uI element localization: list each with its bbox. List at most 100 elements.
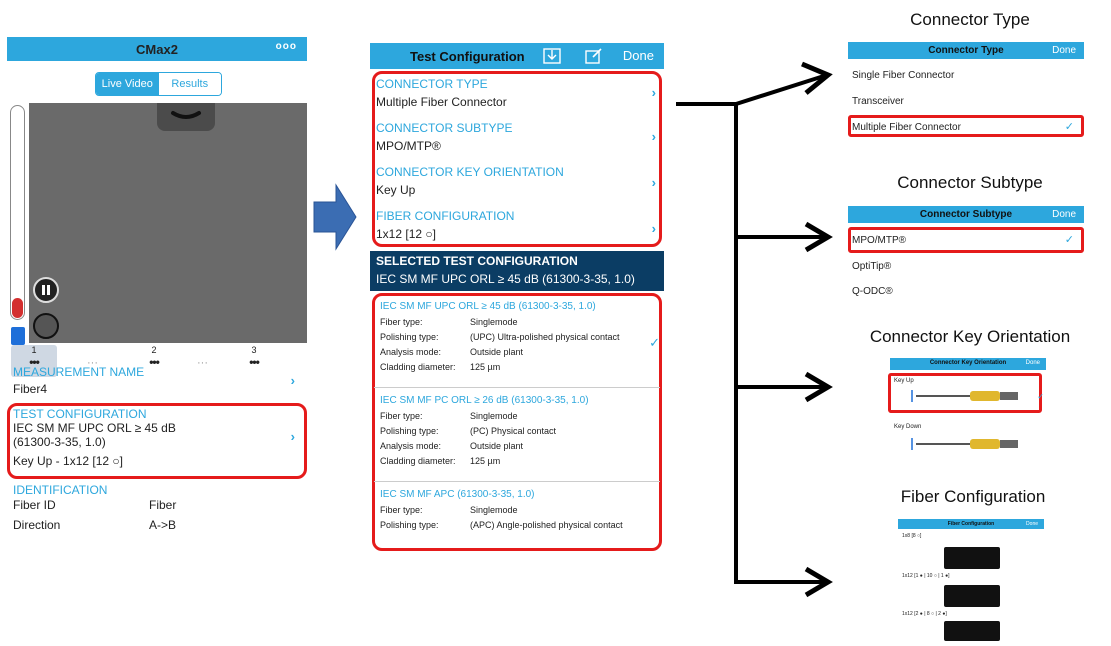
pause-button[interactable]: [33, 277, 59, 303]
checkmark-icon: ✓: [1037, 392, 1044, 401]
panel-header: Connector Subtype Done: [848, 206, 1084, 223]
app-header: CMax2 ooo: [7, 37, 307, 61]
option-key-down[interactable]: Key Down: [894, 424, 921, 430]
live-video-tab[interactable]: Live Video: [96, 73, 159, 95]
collapse-handle[interactable]: [157, 103, 215, 131]
divider: [374, 387, 660, 388]
step-number: 3: [251, 345, 257, 355]
option-q-odc[interactable]: Q-ODC®: [852, 286, 893, 297]
config-field-value: (UPC) Ultra-polished physical contact: [470, 332, 620, 342]
identification-label: IDENTIFICATION: [13, 483, 108, 497]
config-title: IEC SM MF UPC ORL ≥ 45 dB (61300-3-35, 1…: [380, 301, 596, 312]
checkmark-icon: ✓: [1064, 121, 1074, 133]
option-1x8[interactable]: 1x8 [8 ○]: [902, 533, 921, 539]
connector-face-icon: [944, 585, 1000, 607]
done-button[interactable]: Done: [1052, 209, 1076, 220]
panel-title: Fiber Configuration: [947, 521, 995, 527]
connector-subtype-row[interactable]: CONNECTOR SUBTYPE MPO/MTP® ›: [376, 121, 658, 153]
results-tab[interactable]: Results: [158, 73, 221, 95]
test-configuration-value-line1: IEC SM MF UPC ORL ≥ 45 dB: [13, 421, 176, 435]
connector-subtype-label: CONNECTOR SUBTYPE: [376, 121, 513, 135]
direction-label: Direction: [13, 518, 61, 532]
option-1x12-b[interactable]: 1x12 [2 ● | 8 ○ | 2 ●]: [902, 611, 947, 617]
panel-title: Connector Key Orientation: [929, 360, 1007, 366]
config-title: IEC SM MF APC (61300-3-35, 1.0): [380, 489, 535, 500]
option-multiple-fiber[interactable]: Multiple Fiber Connector: [852, 122, 961, 133]
config-field-value: Singlemode: [470, 505, 518, 515]
option-key-up[interactable]: Key Up: [894, 378, 914, 384]
flow-arrow-icon: [313, 183, 357, 251]
direction-value: A->B: [149, 518, 177, 532]
config-list-item[interactable]: IEC SM MF APC (61300-3-35, 1.0) Fiber ty…: [380, 489, 660, 535]
config-field-value: (APC) Angle-polished physical contact: [470, 520, 623, 530]
config-field-label: Fiber type:: [380, 505, 423, 515]
direction-row[interactable]: Direction A->B: [13, 518, 303, 532]
chevron-down-icon: [171, 111, 201, 119]
cmax2-screen: CMax2 ooo Live Video Results 1 ••• ··· 2…: [7, 37, 307, 577]
edit-icon[interactable]: [584, 47, 604, 65]
chevron-right-icon: ›: [290, 429, 295, 444]
connector-type-row[interactable]: CONNECTOR TYPE Multiple Fiber Connector …: [376, 77, 658, 109]
connector-key-orientation-row[interactable]: CONNECTOR KEY ORIENTATION Key Up ›: [376, 165, 658, 197]
config-field-value: Outside plant: [470, 347, 524, 357]
test-configuration-row[interactable]: TEST CONFIGURATION IEC SM MF UPC ORL ≥ 4…: [13, 407, 303, 477]
done-button[interactable]: Done: [1026, 360, 1040, 366]
connector-subtype-value: MPO/MTP®: [376, 139, 441, 153]
option-single-fiber[interactable]: Single Fiber Connector: [852, 70, 954, 81]
fiber-configuration-caption: Fiber Configuration: [900, 487, 1046, 506]
identification-section: IDENTIFICATION Fiber ID Fiber Direction …: [13, 483, 303, 532]
panel-header: Connector Key Orientation Done: [890, 358, 1046, 370]
selected-config-label: SELECTED TEST CONFIGURATION: [376, 254, 578, 268]
chevron-right-icon: ›: [651, 175, 656, 190]
download-icon[interactable]: [542, 47, 562, 65]
connector-key-up-icon: [911, 390, 1018, 402]
option-optitip[interactable]: OptiTip®: [852, 261, 891, 272]
connector-key-orientation-value: Key Up: [376, 183, 416, 197]
option-mpo-mtp[interactable]: MPO/MTP®: [852, 235, 906, 246]
measurement-name-label: MEASUREMENT NAME: [13, 365, 145, 379]
more-menu-icon[interactable]: ooo: [276, 41, 297, 52]
fiber-configuration-panel: Fiber Configuration Done 1x8 [8 ○] 1x12 …: [898, 519, 1044, 641]
test-configuration-label: TEST CONFIGURATION: [13, 407, 147, 421]
config-field-value: Singlemode: [470, 411, 518, 421]
connector-face-icon: [944, 621, 1000, 641]
connector-type-panel: Connector Type Done Single Fiber Connect…: [848, 42, 1084, 140]
chevron-right-icon: ›: [290, 373, 295, 388]
focus-level-fill: [12, 298, 23, 318]
step-number: 2: [151, 345, 157, 355]
divider: [374, 481, 660, 482]
done-button[interactable]: Done: [623, 48, 654, 63]
option-transceiver[interactable]: Transceiver: [852, 96, 904, 107]
panel-title: Connector Type: [928, 45, 1004, 56]
panel-title: Connector Subtype: [919, 209, 1013, 220]
test-configuration-screen: Test Configuration Done CONNECTOR TYPE M…: [370, 43, 664, 553]
done-button[interactable]: Done: [1026, 521, 1038, 527]
test-configuration-value-line3: Key Up - 1x12 [12 ○]: [13, 454, 123, 468]
connector-key-orientation-label: CONNECTOR KEY ORIENTATION: [376, 165, 564, 179]
live-video-view: [29, 103, 307, 343]
app-title: CMax2: [136, 42, 178, 57]
key-orientation-caption: Connector Key Orientation: [869, 327, 1071, 346]
screen-title: Test Configuration: [410, 49, 525, 64]
measurement-name-row[interactable]: MEASUREMENT NAME Fiber4 ›: [13, 365, 303, 401]
test-configuration-header: Test Configuration Done: [370, 43, 664, 69]
fiber-configuration-label: FIBER CONFIGURATION: [376, 209, 515, 223]
config-list-item[interactable]: IEC SM MF PC ORL ≥ 26 dB (61300-3-35, 1.…: [380, 395, 660, 471]
config-field-label: Fiber type:: [380, 317, 423, 327]
config-title: IEC SM MF PC ORL ≥ 26 dB (61300-3-35, 1.…: [380, 395, 589, 406]
config-field-label: Analysis mode:: [380, 441, 442, 451]
selected-test-configuration-bar: SELECTED TEST CONFIGURATION IEC SM MF UP…: [370, 251, 664, 291]
option-1x12-a[interactable]: 1x12 [1 ● | 10 ○ | 1 ●]: [902, 573, 950, 579]
capture-button[interactable]: [33, 313, 59, 339]
fiber-id-label: Fiber ID: [13, 498, 56, 512]
config-list-item[interactable]: IEC SM MF UPC ORL ≥ 45 dB (61300-3-35, 1…: [380, 301, 660, 377]
panel-header: Fiber Configuration Done: [898, 519, 1044, 529]
step-number: 1: [31, 345, 37, 355]
config-field-value: 125 µm: [470, 362, 501, 372]
fiber-id-row[interactable]: Fiber ID Fiber: [13, 498, 303, 512]
done-button[interactable]: Done: [1052, 45, 1076, 56]
config-field-value: Singlemode: [470, 317, 518, 327]
fiber-configuration-row[interactable]: FIBER CONFIGURATION 1x12 [12 ○] ›: [376, 209, 658, 241]
config-field-label: Polishing type:: [380, 426, 439, 436]
connector-key-down-icon: [911, 438, 1018, 450]
